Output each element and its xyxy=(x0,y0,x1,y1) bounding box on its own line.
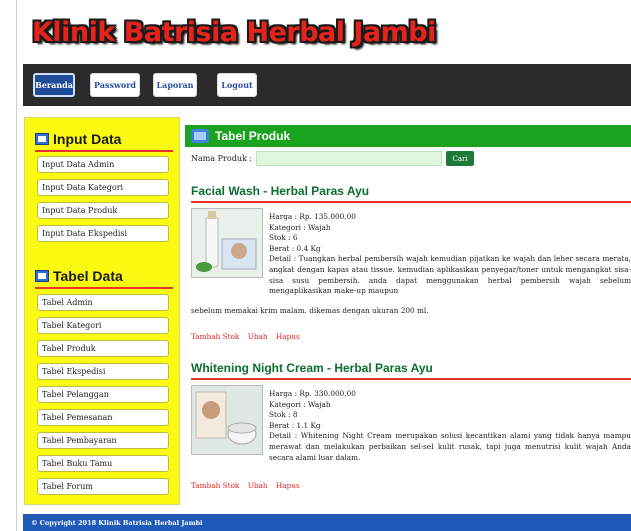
divider xyxy=(191,201,631,203)
delete-link[interactable]: Hapus xyxy=(276,332,300,341)
sidebar-item-tabel-produk[interactable]: Tabel Produk xyxy=(37,340,169,357)
section-title-bar: Tabel Produk xyxy=(185,125,631,147)
product-image xyxy=(191,385,263,455)
product-detail: Detail : Whitening Night Cream merupakan… xyxy=(269,431,631,462)
product-actions: Tambah Stok Ubah Hapus xyxy=(191,332,306,341)
logo-text: Klinik Batrisia Herbal Jambi xyxy=(32,16,436,48)
page-title: Tabel Produk xyxy=(215,129,291,143)
product-weight: Berat : 1.1 Kg xyxy=(269,420,321,430)
edit-link[interactable]: Ubah xyxy=(248,332,268,341)
product-title: Whitening Night Cream - Herbal Paras Ayu xyxy=(191,361,433,375)
nav-logout-button[interactable]: Logout xyxy=(217,73,257,97)
sidebar-item-tabel-pemesanan[interactable]: Tabel Pemesanan xyxy=(37,409,169,426)
product-image xyxy=(191,208,263,278)
product-detail-continued: sebelum memakai krim malam. dikemas deng… xyxy=(191,306,429,315)
sidebar: Input Data Input Data Admin Input Data K… xyxy=(24,117,180,505)
top-navbar: Beranda Password Laporan Logout xyxy=(23,64,631,106)
add-stock-link[interactable]: Tambah Stok xyxy=(191,332,239,341)
book-icon xyxy=(35,133,49,145)
product-info: Harga : Rp. 330.000,00 Kategori : Wajah … xyxy=(269,389,631,463)
product-stock: Stok : 8 xyxy=(269,410,298,420)
input-data-heading: Input Data xyxy=(35,131,121,147)
product-actions: Tambah Stok Ubah Hapus xyxy=(191,481,306,490)
product-category: Kategori : Wajah xyxy=(269,222,331,232)
sidebar-item-tabel-pembayaran[interactable]: Tabel Pembayaran xyxy=(37,432,169,449)
product-stock: Stok : 6 xyxy=(269,233,298,243)
product-info: Harga : Rp. 135.000,00 Kategori : Wajah … xyxy=(269,212,631,297)
copyright-text: © Copyright 2018 Klinik Batrisia Herbal … xyxy=(31,518,203,527)
nav-laporan-button[interactable]: Laporan xyxy=(153,73,197,97)
delete-link[interactable]: Hapus xyxy=(276,481,300,490)
sidebar-item-input-ekspedisi[interactable]: Input Data Ekspedisi xyxy=(37,225,169,242)
product-category: Kategori : Wajah xyxy=(269,399,331,409)
product-weight: Berat : 0.4 Kg xyxy=(269,243,321,253)
search-input[interactable] xyxy=(256,151,443,166)
table-icon xyxy=(191,129,209,143)
sidebar-item-input-admin[interactable]: Input Data Admin xyxy=(37,156,169,173)
nav-password-button[interactable]: Password xyxy=(90,73,140,97)
add-stock-link[interactable]: Tambah Stok xyxy=(191,481,239,490)
site-logo[interactable]: Klinik Batrisia Herbal Jambi xyxy=(32,12,436,52)
product-detail: Detail : Tuangkan herbal pembersih wajah… xyxy=(269,254,631,296)
divider xyxy=(35,287,173,289)
search-label: Nama Produk : xyxy=(191,154,253,163)
sidebar-item-input-produk[interactable]: Input Data Produk xyxy=(37,202,169,219)
tabel-data-heading: Tabel Data xyxy=(35,268,123,284)
sidebar-item-tabel-admin[interactable]: Tabel Admin xyxy=(37,294,169,311)
sidebar-item-tabel-forum[interactable]: Tabel Forum xyxy=(37,478,169,495)
product-price: Harga : Rp. 135.000,00 xyxy=(269,212,356,221)
search-form: Nama Produk : Cari xyxy=(191,151,475,166)
sidebar-item-tabel-ekspedisi[interactable]: Tabel Ekspedisi xyxy=(37,363,169,380)
sidebar-item-tabel-buku-tamu[interactable]: Tabel Buku Tamu xyxy=(37,455,169,472)
edit-link[interactable]: Ubah xyxy=(248,481,268,490)
product-title: Facial Wash - Herbal Paras Ayu xyxy=(191,184,370,198)
search-button[interactable]: Cari xyxy=(446,151,475,166)
product-price: Harga : Rp. 330.000,00 xyxy=(269,389,356,398)
divider xyxy=(35,150,173,152)
sidebar-item-tabel-pelanggan[interactable]: Tabel Pelanggan xyxy=(37,386,169,403)
divider xyxy=(191,378,631,380)
book-icon xyxy=(35,270,49,282)
footer: © Copyright 2018 Klinik Batrisia Herbal … xyxy=(23,514,631,531)
sidebar-item-tabel-kategori[interactable]: Tabel Kategori xyxy=(37,317,169,334)
sidebar-item-input-kategori[interactable]: Input Data Kategori xyxy=(37,179,169,196)
nav-beranda-button[interactable]: Beranda xyxy=(33,73,75,97)
